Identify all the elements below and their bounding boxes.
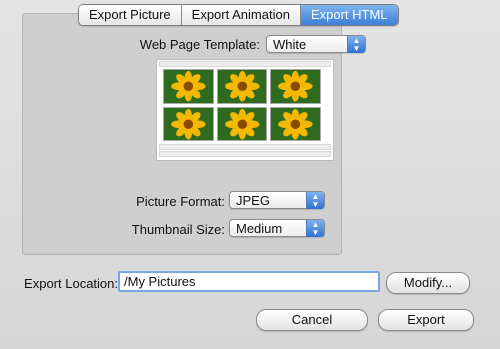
modify-button[interactable]: Modify...: [386, 272, 470, 294]
tab-export-animation[interactable]: Export Animation: [181, 5, 301, 25]
thumbnail-flower: [216, 69, 268, 104]
cancel-button[interactable]: Cancel: [256, 309, 368, 331]
export-sheet: Export Picture Export Animation Export H…: [0, 0, 500, 349]
template-label: Web Page Template:: [139, 37, 260, 52]
thumbnail-flower: [163, 106, 214, 141]
export-button[interactable]: Export: [378, 309, 474, 331]
preview-footer-bar: [159, 144, 331, 150]
thumbnail-grid: [163, 69, 321, 141]
tab-bar: Export Picture Export Animation Export H…: [78, 4, 399, 26]
tab-export-picture[interactable]: Export Picture: [79, 5, 182, 25]
preview-footer-bar: [159, 151, 331, 157]
preview-header-bar: [159, 61, 331, 67]
tab-export-html[interactable]: Export HTML: [300, 5, 398, 25]
popup-arrows-icon: ▲ ▼: [306, 192, 324, 209]
popup-arrows-icon: ▲ ▼: [306, 220, 324, 237]
template-popup[interactable]: White ▲ ▼: [266, 35, 366, 53]
popup-arrows-icon: ▲ ▼: [347, 36, 365, 53]
thumbnail-flower: [163, 69, 214, 104]
thumbnail-flower: [216, 106, 268, 141]
thumbnail-flower: [270, 106, 321, 141]
template-preview: [156, 59, 334, 161]
picture-format-label: Picture Format:: [136, 194, 225, 209]
thumbnail-size-value: Medium: [236, 221, 283, 236]
thumbnail-size-label: Thumbnail Size:: [131, 222, 225, 237]
picture-format-popup[interactable]: JPEG ▲ ▼: [229, 191, 325, 209]
export-location-label: Export Location:: [24, 276, 118, 291]
template-value: White: [273, 37, 307, 52]
thumbnail-size-popup[interactable]: Medium ▲ ▼: [229, 219, 325, 237]
thumbnail-flower: [270, 69, 321, 104]
export-location-field[interactable]: /My Pictures: [118, 271, 380, 292]
picture-format-value: JPEG: [236, 193, 270, 208]
